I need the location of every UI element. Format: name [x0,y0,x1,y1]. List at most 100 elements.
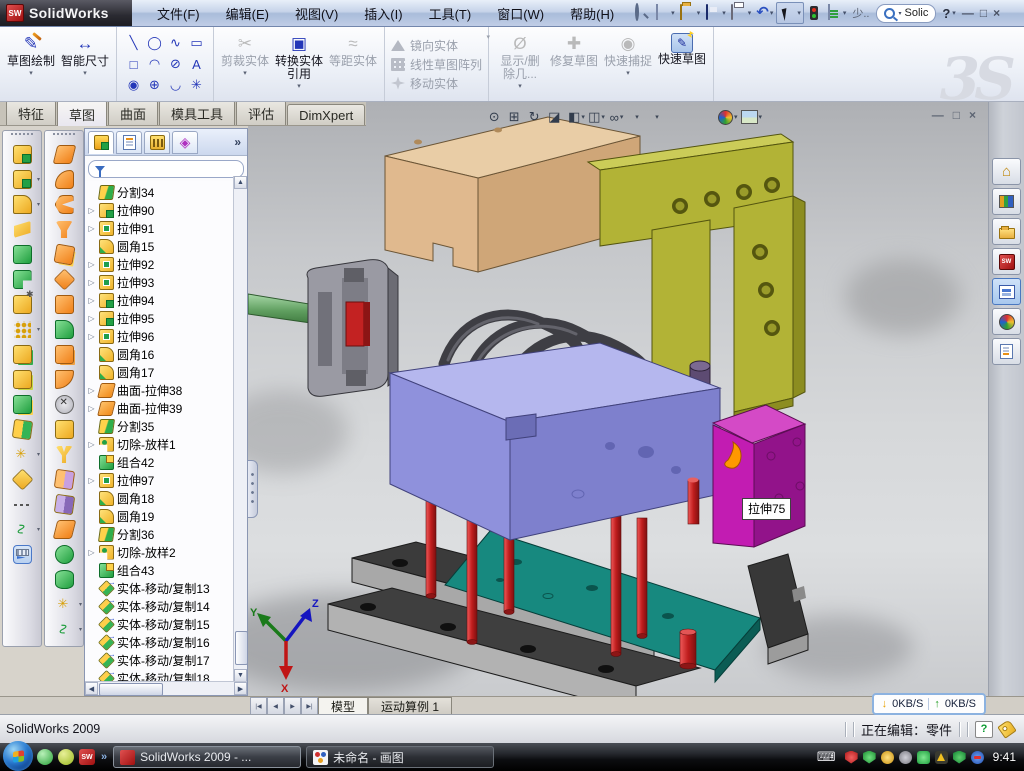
tab-nav-button[interactable]: ◀ [267,697,284,714]
command-button[interactable]: ✎ 草图绘制 ▾ [4,30,58,98]
toolbar-button[interactable]: ▾ [3,517,41,542]
view-tool-button[interactable]: ◪ ▾ [548,108,565,126]
toolbar-button[interactable]: ▾ [45,392,83,417]
tray-security-icon[interactable] [953,751,966,764]
chevron-down-icon[interactable]: ▾ [29,69,33,77]
view-tool-button[interactable]: ⊙ ▾ [488,108,505,126]
tree-item[interactable]: ▷ 实体-移动/复制16 [87,633,247,651]
tree-vertical-scrollbar[interactable]: ▲ ▼ [233,176,247,682]
search-input-value[interactable]: Solic [905,7,929,19]
tree-item[interactable]: ▷ 分割34 [87,183,247,201]
gray-clamp[interactable] [307,260,398,397]
quick-launch-messenger-icon[interactable] [37,749,53,765]
ribbon-tab[interactable]: 评估 [236,102,286,125]
tray-volume-icon[interactable] [899,751,912,764]
tree-item[interactable]: ▷ 曲面-拉伸39 [87,399,247,417]
toolbar-button[interactable]: ▾ [45,517,83,542]
toolbar-button[interactable]: ▾ [3,292,41,317]
sketch-entity-button[interactable]: ◡ [165,75,186,96]
panel-splitter-handle[interactable] [248,460,258,518]
home-tab[interactable]: ⌂ [992,158,1021,185]
chevron-down-icon[interactable]: ▾ [83,69,87,77]
tree-item[interactable]: ▷ 拉伸93 [87,273,247,291]
toolbar-button[interactable]: ▾ [45,142,83,167]
taskbar-button[interactable]: 未命名 - 画图 [306,746,494,768]
toolbar-button[interactable]: ▾ [45,542,83,567]
command-button[interactable]: ▣ 转换实体引用 ▾ [272,30,326,98]
tag-icon[interactable] [997,719,1016,738]
expand-arrow-icon[interactable]: ▷ [87,476,96,485]
expand-arrow-icon[interactable]: ▷ [87,404,96,413]
tray-badge-icon[interactable] [881,751,894,764]
doc-close-button[interactable]: × [969,108,976,122]
expand-arrow-icon[interactable]: ▷ [87,296,96,305]
chevron-down-icon[interactable]: ▾ [243,69,247,77]
expand-arrow-icon[interactable]: ▷ [87,440,96,449]
custom-properties-tab[interactable] [992,338,1021,365]
close-button[interactable]: × [993,6,1000,20]
toolbar-button[interactable]: ▾ [45,292,83,317]
taskbar-clock[interactable]: 9:41 [993,750,1016,764]
panel-overflow-button[interactable]: » [234,135,244,149]
tray-network-icon[interactable] [917,751,930,764]
tree-item[interactable]: ▷ 实体-移动/复制14 [87,597,247,615]
chevron-down-icon[interactable]: ▾ [581,113,585,121]
view-tool-button[interactable]: ▾ [628,108,645,126]
tree-item[interactable]: ▷ 拉伸90 [87,201,247,219]
chevron-down-icon[interactable]: ▾ [297,82,301,90]
command-row-button[interactable]: 镜向实体 [391,37,482,54]
view-tool-button[interactable]: ⊞ ▾ [508,108,525,126]
toolbar-button[interactable]: ▾ [45,192,83,217]
sketch-entity-button[interactable]: ◠ [144,54,165,75]
tab-nav-button[interactable]: ▶ [284,697,301,714]
chevron-down-icon[interactable]: ▾ [79,601,82,608]
scroll-up-icon[interactable]: ▲ [234,176,247,189]
tray-warning-icon[interactable] [935,751,948,764]
command-button[interactable]: ≈ 等距实体 ▾ [326,30,380,98]
chevron-down-icon[interactable]: ▾ [79,626,82,633]
quick-tips-button[interactable]: ? [975,721,993,738]
command-button[interactable]: ↔ 智能尺寸 ▾ [58,30,112,98]
tree-item[interactable]: ▷ 实体-移动/复制17 [87,651,247,669]
toolbar-grip[interactable] [53,133,75,140]
sketch-entity-button[interactable]: ✳ [186,75,207,96]
scrollbar-thumb[interactable] [99,683,163,696]
toolbar-button[interactable]: ▾ [45,592,83,617]
toolbar-button[interactable]: ▾ [3,192,41,217]
sketch-entity-button[interactable]: ╲ [123,33,144,54]
expand-arrow-icon[interactable]: ▷ [87,332,96,341]
sketch-entity-button[interactable]: □ [123,54,144,75]
command-row-button[interactable]: 移动实体 [391,75,482,92]
tree-item[interactable]: ▷ 组合43 [87,561,247,579]
view-palette-tab[interactable] [992,278,1021,305]
document-tab[interactable]: 运动算例 1 [368,697,452,714]
chevron-down-icon[interactable]: ▾ [37,526,40,533]
toolbar-button[interactable]: ▾ [45,567,83,592]
chevron-down-icon[interactable]: ▾ [37,326,40,333]
tree-horizontal-scrollbar[interactable]: ◀ ▶ [85,681,247,695]
menu-item[interactable]: 编辑(E) [213,1,282,26]
chevron-down-icon[interactable]: ▾ [518,82,522,90]
tray-shield-icon[interactable] [863,751,876,764]
help-dropdown-icon[interactable]: ▾ [952,9,956,17]
3d-model[interactable]: Y Z X [248,102,988,696]
command-button[interactable]: ✂ 剪裁实体 ▾ [218,30,272,98]
document-tab[interactable]: 模型 [318,697,368,714]
chevron-down-icon[interactable]: ▾ [37,176,40,183]
tree-item[interactable]: ▷ 曲面-拉伸38 [87,381,247,399]
tray-update-icon[interactable] [971,751,984,764]
tree-item[interactable]: ▷ 切除-放样1 [87,435,247,453]
view-tool-button[interactable]: ▾ [648,108,665,126]
sketch-entity-button[interactable]: ▭ [186,33,207,54]
start-button[interactable] [3,741,33,771]
view-tool-button[interactable]: ◧ ▾ [568,108,585,126]
toolbar-button[interactable]: ▾ [3,442,41,467]
tree-item[interactable]: ▷ 拉伸92 [87,255,247,273]
design-library-tab[interactable] [992,188,1021,215]
expand-arrow-icon[interactable]: ▷ [87,548,96,557]
expand-arrow-icon[interactable]: ▷ [87,386,96,395]
expand-arrow-icon[interactable]: ▷ [87,260,96,269]
toolbar-button[interactable]: ▾ [3,542,41,567]
tree-item[interactable]: ▷ 拉伸97 [87,471,247,489]
minimize-button[interactable]: — [962,6,974,20]
